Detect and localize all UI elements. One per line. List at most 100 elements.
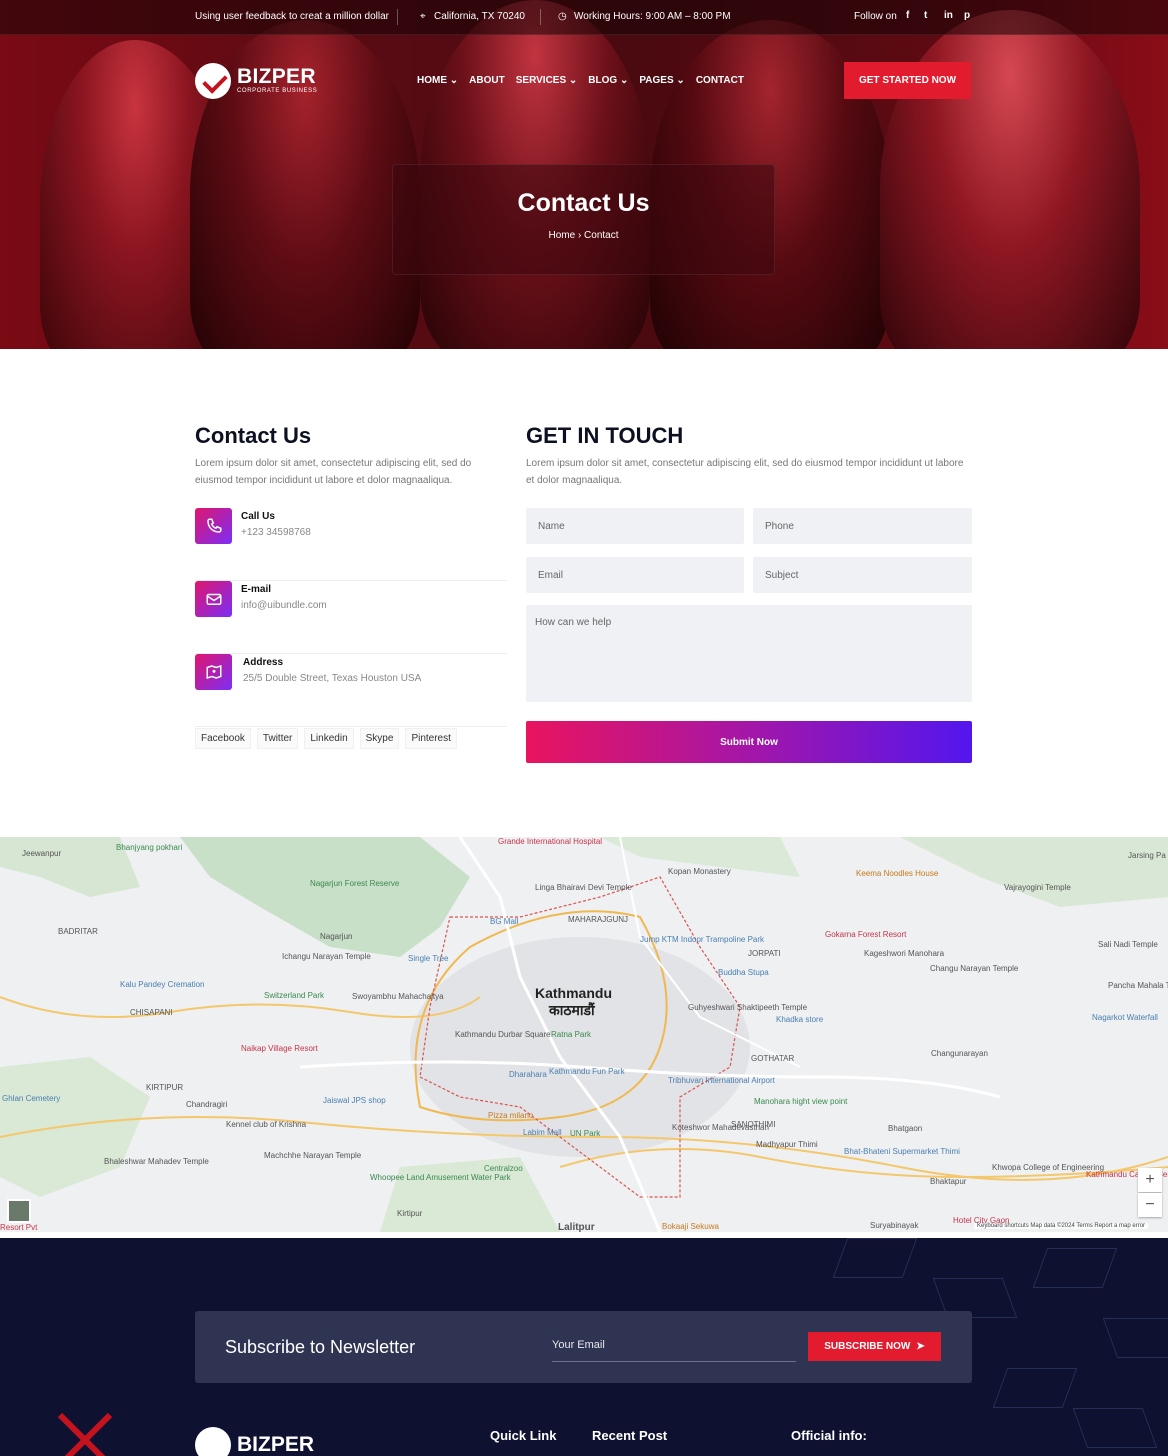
hex-decoration	[832, 1238, 918, 1278]
nav-pages[interactable]: PAGES ⌄	[639, 75, 684, 86]
map-label: Kageshwori Manohara	[864, 949, 945, 958]
subscribe-button[interactable]: SUBSCRIBE NOW ➤	[808, 1332, 941, 1361]
map-city-label-local: काठमाडौं	[549, 1002, 595, 1018]
clock-icon: ◷	[558, 11, 567, 22]
breadcrumb-current: Contact	[584, 230, 619, 241]
contact-value[interactable]: +123 34598768	[241, 527, 311, 538]
contact-item-email: E-mail info@uibundle.com	[195, 581, 507, 654]
social-link-skype[interactable]: Skype	[359, 728, 400, 749]
map-label: Grande International Hospital	[498, 837, 603, 846]
footer-logo[interactable]: BIZPER	[195, 1427, 314, 1456]
pinterest-icon[interactable]: p	[964, 10, 970, 21]
zoom-out-button[interactable]: −	[1138, 1193, 1162, 1217]
social-link-facebook[interactable]: Facebook	[195, 728, 251, 749]
map-label: Suryabinayak	[870, 1221, 919, 1230]
breadcrumb-home[interactable]: Home	[548, 230, 575, 241]
map-attribution[interactable]: Keyboard shortcuts Map data ©2024 Terms …	[974, 1223, 1149, 1229]
logo-mark-icon	[195, 1427, 231, 1456]
map-label: Vajrayogini Temple	[1004, 883, 1071, 892]
map-label: Nagarkot Waterfall	[1092, 1013, 1158, 1022]
phone-field[interactable]: Phone	[753, 508, 972, 544]
social-link-linkedin[interactable]: Linkedin	[304, 728, 354, 749]
location-icon: ⌖	[420, 11, 426, 22]
message-textarea[interactable]: How can we help	[526, 605, 972, 702]
nav-home-label: HOME	[417, 75, 447, 86]
contact-label: E-mail	[241, 584, 272, 595]
nav-services-label: SERVICES	[515, 75, 567, 86]
email-field[interactable]: Email	[526, 557, 744, 593]
map[interactable]: Jeewanpur Bhanjyang pokhari Grande Inter…	[0, 837, 1168, 1232]
hero-title-box	[392, 164, 775, 275]
map-label: Gokarna Forest Resort	[825, 930, 907, 939]
subscribe-label: SUBSCRIBE NOW	[824, 1341, 911, 1352]
map-label: Centralzoo	[484, 1164, 523, 1173]
map-label: Buddha Stupa	[718, 968, 769, 977]
map-label: GOTHATAR	[751, 1054, 795, 1063]
map-label: Linga Bhairavi Devi Temple	[535, 883, 632, 892]
send-icon: ➤	[916, 1341, 925, 1352]
map-label: Labim Mall	[523, 1128, 562, 1137]
brand-logo[interactable]: BIZPER CORPORATE BUSINESS	[195, 63, 317, 99]
logo-mark-icon	[195, 63, 231, 99]
map-label: Khadka store	[776, 1015, 824, 1024]
social-link-pinterest[interactable]: Pinterest	[405, 728, 457, 749]
map-label: Kathmandu Fun Park	[549, 1067, 625, 1076]
nav-blog-label: BLOG	[588, 75, 618, 86]
nav-blog[interactable]: BLOG ⌄	[588, 75, 628, 86]
map-label: Lalitpur	[558, 1222, 595, 1232]
newsletter-title: Subscribe to Newsletter	[225, 1337, 416, 1357]
newsletter-email-input[interactable]: Your Email	[552, 1339, 605, 1351]
subject-field[interactable]: Subject	[753, 557, 972, 593]
map-label: Bhaleshwar Mahadev Temple	[104, 1157, 209, 1166]
map-label: CHISAPANI	[130, 1008, 173, 1017]
contact-value[interactable]: info@uibundle.com	[241, 600, 327, 611]
brand-name-wrap: BIZPER CORPORATE BUSINESS	[237, 65, 317, 95]
name-field[interactable]: Name	[526, 508, 744, 544]
mail-icon	[195, 581, 232, 617]
map-label: MAHARAJGUNJ	[568, 915, 629, 924]
footer-heading: Quick Link	[490, 1428, 557, 1443]
map-label: BADRITAR	[58, 927, 98, 936]
get-started-button[interactable]: GET STARTED NOW	[844, 62, 971, 99]
hex-decoration	[1032, 1248, 1118, 1288]
map-label: Kennel club of Krishna	[226, 1120, 307, 1129]
nav-contact[interactable]: CONTACT	[696, 75, 744, 86]
map-label: Ichangu Narayan Temple	[282, 952, 371, 961]
twitter-icon[interactable]: t	[924, 10, 927, 21]
map-label: Guhyeshwari Shaktipeeth Temple	[688, 1003, 808, 1012]
nav-contact-label: CONTACT	[695, 75, 744, 86]
map-label: Nagarjun Forest Reserve	[310, 879, 400, 888]
nav-about[interactable]: ABOUT	[469, 75, 505, 86]
map-label: Bhanjyang pokhari	[116, 843, 183, 852]
topbar-location: California, TX 70240	[434, 11, 525, 22]
social-link-twitter[interactable]: Twitter	[256, 728, 299, 749]
map-label: Jarsing Pa	[1128, 851, 1166, 860]
facebook-icon[interactable]: f	[906, 10, 909, 21]
map-label: Swoyambhu Mahachaitya	[352, 992, 444, 1001]
nav-home[interactable]: HOME ⌄	[417, 75, 458, 86]
nav-services[interactable]: SERVICES ⌄	[516, 75, 578, 86]
map-label: Resort Pvt	[0, 1223, 38, 1232]
map-label: Switzerland Park	[264, 991, 325, 1000]
map-label: Keema Noodles House	[856, 869, 939, 878]
map-layer-toggle[interactable]	[7, 1199, 31, 1223]
contact-item-address: Address 25/5 Double Street, Texas Housto…	[195, 654, 507, 727]
map-label: Ratna Park	[551, 1030, 592, 1039]
hex-decoration	[992, 1368, 1078, 1408]
map-label: Bhat-Bhateni Supermarket Thimi	[844, 1147, 960, 1156]
map-label: Kathmandu Durbar Square	[455, 1030, 551, 1039]
map-label: Machchhe Narayan Temple	[264, 1151, 362, 1160]
hero-person	[880, 10, 1140, 349]
linkedin-icon[interactable]: in	[944, 10, 953, 21]
map-label: Dharahara	[509, 1070, 547, 1079]
map-label: Madhyapur Thimi	[756, 1140, 818, 1149]
footer-heading: Recent Post	[592, 1428, 668, 1443]
hero-section: Using user feedback to creat a million d…	[0, 0, 1168, 349]
zoom-in-button[interactable]: +	[1138, 1168, 1162, 1192]
map-label: Tribhuvan International Airport	[668, 1076, 775, 1085]
map-label: Whoopee Land Amusement Water Park	[370, 1173, 511, 1182]
submit-button[interactable]: Submit Now	[526, 721, 972, 763]
nav-pages-label: PAGES	[639, 75, 674, 86]
map-label: Jaiswal JPS shop	[323, 1096, 386, 1105]
brand-name: BIZPER	[237, 65, 316, 88]
